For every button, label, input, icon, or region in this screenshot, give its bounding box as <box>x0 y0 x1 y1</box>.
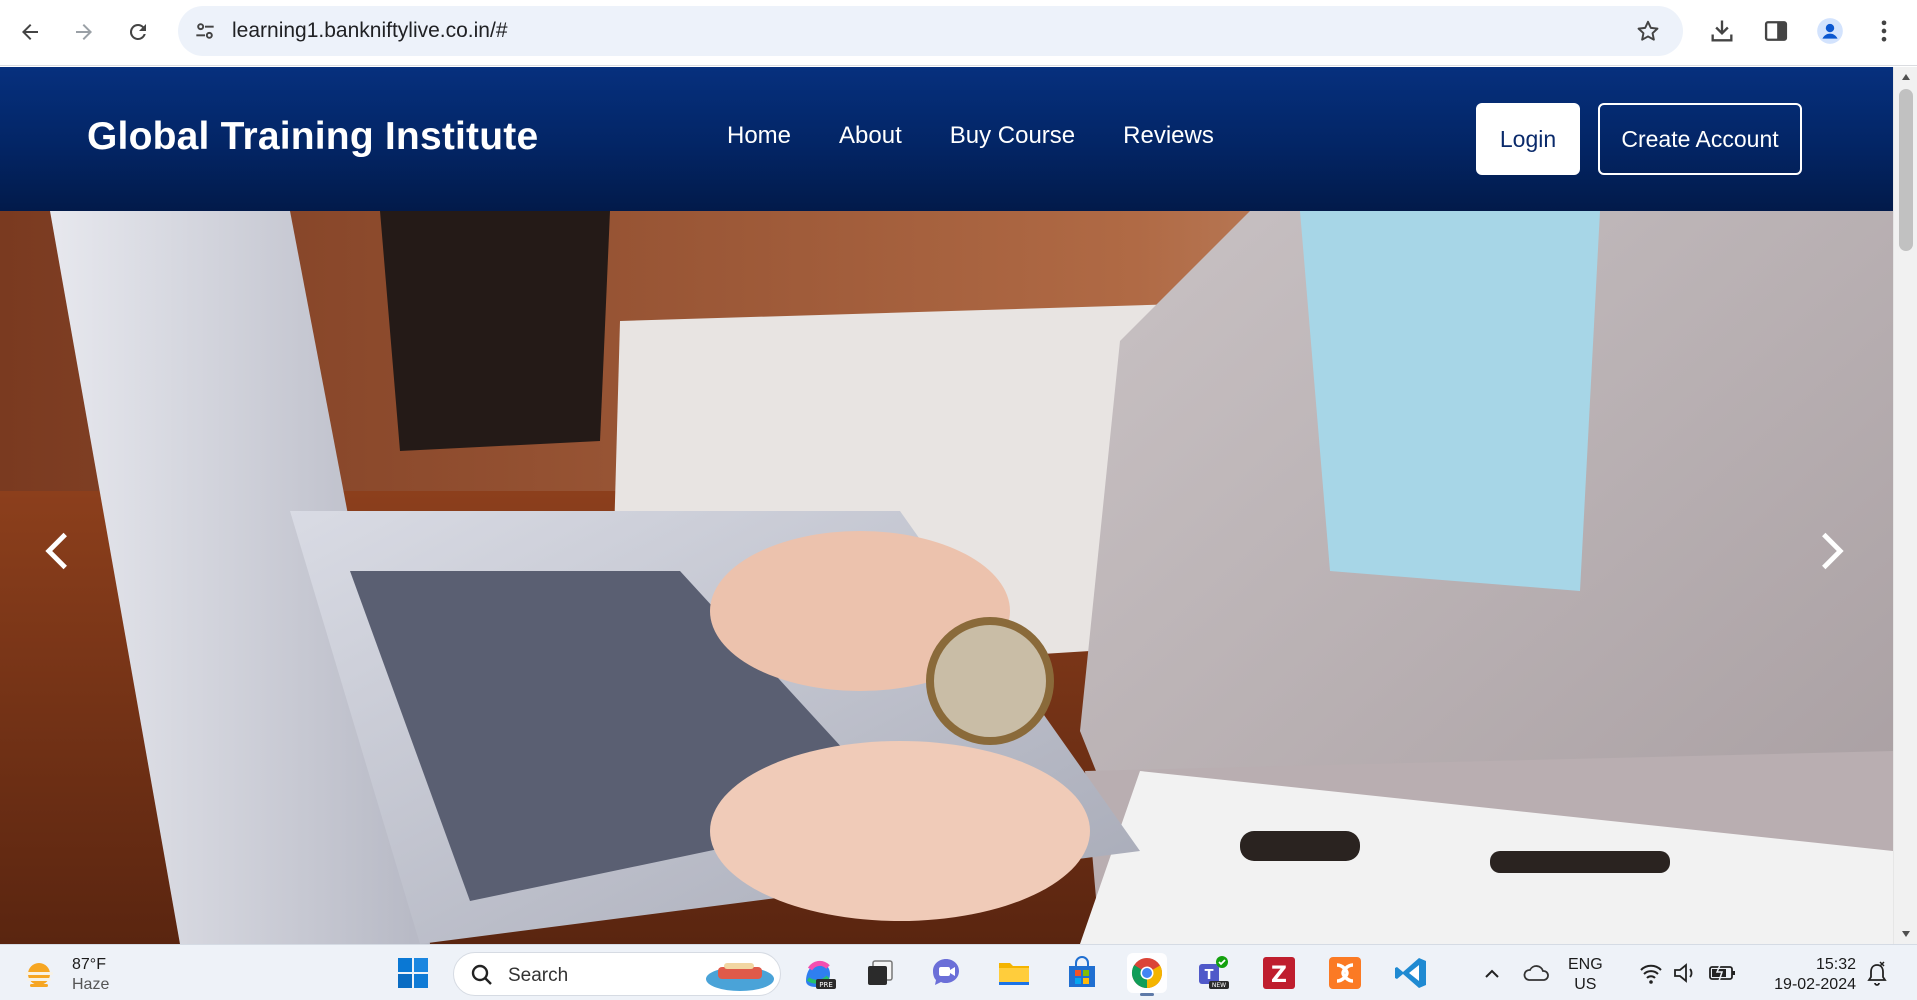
windows-start-icon <box>398 958 428 988</box>
vscode-icon <box>1395 958 1426 988</box>
browser-menu-button[interactable] <box>1868 15 1900 47</box>
task-view-icon <box>868 960 893 985</box>
microsoft-store-icon <box>1069 956 1095 987</box>
caret-up-icon <box>1902 74 1910 80</box>
login-button[interactable]: Login <box>1476 103 1580 175</box>
svg-text:PRE: PRE <box>819 981 833 989</box>
profile-icon <box>1817 18 1843 44</box>
svg-text:T: T <box>1205 968 1214 983</box>
cloud-icon <box>1523 965 1549 981</box>
main-nav: Home About Buy Course Reviews <box>727 122 1262 150</box>
chevron-left-icon <box>45 532 67 570</box>
search-highlight-icon <box>706 963 774 991</box>
onedrive-button[interactable] <box>1520 953 1554 993</box>
search-placeholder: Search <box>508 965 569 986</box>
reload-icon <box>129 23 146 40</box>
back-button[interactable] <box>12 14 48 50</box>
language-secondary: US <box>1574 976 1597 993</box>
haze-sun-icon <box>25 963 53 987</box>
input-language[interactable]: ENG US <box>1568 955 1603 995</box>
scroll-up-arrow[interactable] <box>1894 67 1917 87</box>
site-brand[interactable]: Global Training Institute <box>87 115 538 159</box>
page-scrollbar[interactable] <box>1893 67 1917 944</box>
side-panel-button[interactable] <box>1760 15 1792 47</box>
forward-icon <box>76 24 92 40</box>
microsoft-store-button[interactable] <box>1062 953 1102 993</box>
url-text[interactable]: learning1.bankniftylive.co.in/# <box>232 19 508 43</box>
teams-new-button[interactable]: T NEW <box>1193 953 1233 993</box>
teams-chat-icon <box>933 959 959 985</box>
forward-button[interactable] <box>66 14 102 50</box>
xampp-icon <box>1329 957 1361 989</box>
reload-button[interactable] <box>120 14 156 50</box>
download-icon <box>1711 20 1733 42</box>
weather-condition: Haze <box>72 976 110 993</box>
nav-link-buy-course[interactable]: Buy Course <box>950 122 1075 150</box>
wifi-button[interactable] <box>1636 953 1666 993</box>
copilot-icon: PRE <box>806 960 836 989</box>
battery-button[interactable] <box>1706 953 1738 993</box>
menu-kebab-icon <box>1881 20 1887 42</box>
carousel-next-button[interactable] <box>1802 511 1862 591</box>
hero-carousel <box>0 211 1893 944</box>
weather-temperature: 87°F <box>72 956 106 973</box>
search-icon <box>471 964 492 985</box>
filezilla-button[interactable]: Z <box>1259 953 1299 993</box>
battery-charging-icon <box>1709 962 1735 982</box>
filezilla-icon: Z <box>1263 957 1295 989</box>
volume-button[interactable] <box>1670 953 1700 993</box>
chrome-button[interactable] <box>1127 953 1167 996</box>
caret-down-icon <box>1902 931 1910 937</box>
notification-bell-icon <box>1867 961 1887 986</box>
copilot-button[interactable]: PRE <box>798 953 838 993</box>
taskbar-search[interactable]: Search <box>453 952 781 996</box>
browser-toolbar: learning1.bankniftylive.co.in/# <box>0 0 1917 66</box>
chevron-up-icon <box>1485 969 1499 978</box>
task-view-button[interactable] <box>860 953 900 993</box>
create-account-button[interactable]: Create Account <box>1598 103 1802 175</box>
notification-center-button[interactable] <box>1862 953 1892 993</box>
svg-text:Z: Z <box>1271 963 1287 988</box>
clock-date: 19-02-2024 <box>1774 976 1856 993</box>
language-primary: ENG <box>1568 956 1603 973</box>
scroll-down-arrow[interactable] <box>1894 924 1917 944</box>
clock-time: 15:32 <box>1815 956 1856 973</box>
back-icon <box>22 24 38 40</box>
chevron-right-icon <box>1822 532 1844 570</box>
site-header: Global Training Institute Home About Buy… <box>0 67 1893 211</box>
nav-link-reviews[interactable]: Reviews <box>1123 122 1214 150</box>
file-explorer-icon <box>999 963 1029 985</box>
svg-text:NEW: NEW <box>1212 982 1226 989</box>
vscode-button[interactable] <box>1391 953 1431 993</box>
site-info-icon[interactable] <box>192 18 218 44</box>
show-hidden-icons-button[interactable] <box>1478 953 1506 993</box>
hero-image <box>0 211 1893 944</box>
wifi-icon <box>1640 964 1662 984</box>
nav-link-about[interactable]: About <box>839 122 902 150</box>
profile-button[interactable] <box>1814 15 1846 47</box>
page-viewport: Global Training Institute Home About Buy… <box>0 67 1917 944</box>
windows-taskbar: 87°F Haze Search PRE T NEW Z ENG US 15:3… <box>0 944 1917 1000</box>
start-button[interactable] <box>393 953 433 993</box>
file-explorer-button[interactable] <box>994 953 1034 993</box>
download-button[interactable] <box>1706 15 1738 47</box>
xampp-button[interactable] <box>1325 953 1365 993</box>
weather-widget[interactable]: 87°F Haze <box>22 955 109 995</box>
address-bar[interactable]: learning1.bankniftylive.co.in/# <box>178 6 1683 56</box>
teams-new-icon: T NEW <box>1199 956 1229 989</box>
nav-link-home[interactable]: Home <box>727 122 791 150</box>
teams-chat-button[interactable] <box>926 953 966 993</box>
scrollbar-thumb[interactable] <box>1899 89 1913 251</box>
chrome-icon <box>1131 958 1163 988</box>
carousel-prev-button[interactable] <box>27 511 87 591</box>
speaker-icon <box>1674 963 1693 983</box>
side-panel-icon <box>1764 21 1788 41</box>
bookmark-star-icon[interactable] <box>1635 18 1661 44</box>
system-clock[interactable]: 15:32 19-02-2024 <box>1748 955 1856 995</box>
